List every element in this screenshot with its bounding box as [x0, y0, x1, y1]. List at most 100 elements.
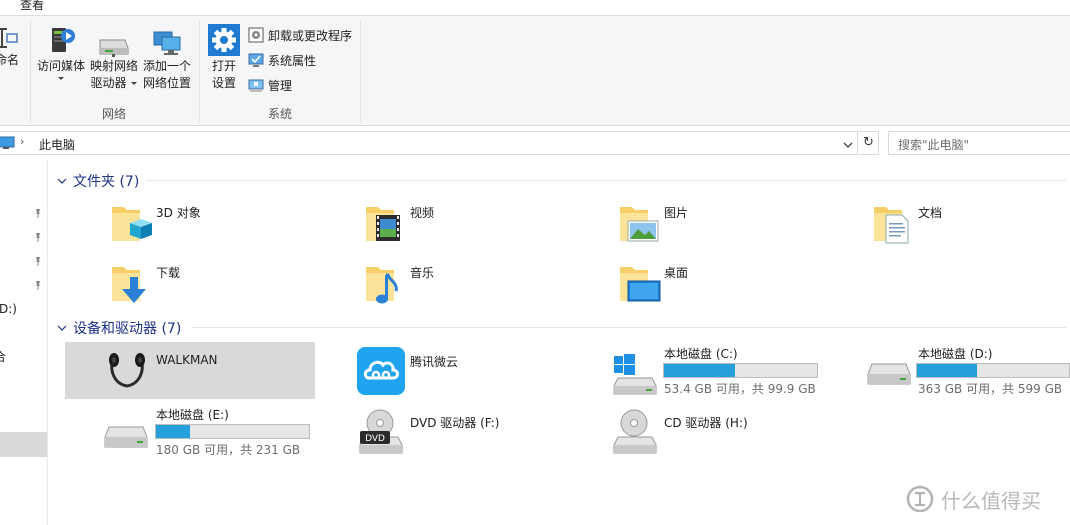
- chevron-down-icon: [57, 325, 67, 331]
- open-settings-label-2: 设置: [211, 76, 236, 90]
- network-drive-icon: [99, 39, 129, 57]
- hard-drive-icon: [867, 363, 911, 385]
- ribbon-tab-strip: 查看: [0, 0, 1070, 16]
- dvd-icon-label: DVD: [365, 434, 385, 444]
- nav-item-selected[interactable]: [0, 432, 47, 457]
- dvd-drive-icon: DVD: [359, 409, 403, 454]
- device-name: 腾讯微云: [410, 355, 459, 369]
- breadcrumb-this-pc[interactable]: 此电脑: [39, 136, 75, 153]
- folder-documents[interactable]: 文档: [872, 201, 1070, 251]
- add-location-label-1: 添加一个: [142, 59, 191, 73]
- map-network-drive-button[interactable]: 映射网络 驱动器: [87, 30, 141, 92]
- open-settings-button[interactable]: 打开 设置: [204, 24, 244, 92]
- pin-icon[interactable]: [33, 280, 43, 290]
- folder-3d-objects[interactable]: 3D 对象: [110, 201, 350, 251]
- drive-free-space: 363 GB 可用，共 599 GB: [918, 382, 1063, 396]
- walkman-headphones-icon: [109, 353, 145, 388]
- network-group-label: 网络: [102, 107, 127, 121]
- search-input[interactable]: 搜索"此电脑": [888, 131, 1070, 155]
- manage-computer-icon: [248, 79, 264, 92]
- dropdown-arrow-icon: [130, 82, 137, 85]
- drive-c[interactable]: 本地磁盘 (C:) 53.4 GB 可用，共 99.9 GB: [612, 342, 862, 400]
- uninstall-icon: [248, 27, 264, 43]
- address-bar[interactable]: › 此电脑: [0, 131, 858, 155]
- address-row: › 此电脑 ↻ 搜索"此电脑": [0, 127, 1070, 159]
- drive-usage-fill: [917, 364, 977, 377]
- system-properties-icon: [248, 53, 264, 67]
- pin-icon[interactable]: [33, 256, 43, 266]
- rename-button[interactable]: 命名: [0, 24, 22, 69]
- drive-name: DVD 驱动器 (F:): [410, 416, 500, 430]
- cd-drive-icon: [613, 409, 657, 454]
- folder-name: 视频: [410, 206, 435, 220]
- group-separator: [30, 20, 31, 122]
- drive-free-space: 180 GB 可用，共 231 GB: [156, 443, 301, 457]
- section-divider: [192, 327, 1066, 328]
- pictures-folder-icon: [620, 207, 659, 242]
- uninstall-label: 卸载或更改程序: [268, 28, 353, 43]
- system-properties-label: 系统属性: [268, 53, 317, 68]
- devices-section-title: 设备和驱动器 (7): [73, 321, 182, 337]
- manage-button[interactable]: 管理: [248, 75, 292, 95]
- media-server-icon: [52, 28, 75, 52]
- folder-desktop[interactable]: 桌面: [618, 261, 858, 311]
- drive-usage-bar: [155, 424, 310, 439]
- dropdown-arrow-icon: [58, 77, 64, 80]
- chevron-down-icon: [57, 178, 67, 184]
- refresh-button[interactable]: ↻: [859, 131, 879, 155]
- desktop-folder-icon: [620, 267, 661, 302]
- drive-d[interactable]: 本地磁盘 (D:) 363 GB 可用，共 599 GB: [866, 342, 1070, 400]
- add-network-location-button[interactable]: 添加一个 网络位置: [141, 28, 193, 92]
- group-separator: [199, 20, 200, 122]
- group-separator: [360, 20, 361, 122]
- folder-music[interactable]: 音乐: [364, 261, 604, 311]
- folder-pictures[interactable]: 图片: [618, 201, 858, 251]
- music-folder-icon: [366, 267, 398, 304]
- add-location-label-2: 网络位置: [142, 76, 191, 90]
- drive-usage-fill: [156, 425, 190, 438]
- folders-section-header[interactable]: 文件夹 (7): [56, 171, 139, 191]
- device-walkman[interactable]: WALKMAN: [65, 342, 315, 399]
- system-group-label: 系统: [268, 107, 293, 121]
- smzdm-logo-icon: [906, 485, 934, 513]
- gear-icon: [208, 24, 240, 56]
- system-properties-button[interactable]: 系统属性: [248, 50, 316, 70]
- uninstall-program-button[interactable]: 卸载或更改程序: [248, 25, 352, 45]
- drive-cd-h[interactable]: CD 驱动器 (H:): [612, 403, 862, 461]
- pin-icon[interactable]: [33, 208, 43, 218]
- folder-name: 图片: [664, 206, 689, 220]
- drive-e[interactable]: 本地磁盘 (E:) 180 GB 可用，共 231 GB: [103, 403, 353, 461]
- rename-label: 命名: [0, 53, 19, 67]
- access-media-label: 访问媒体: [36, 59, 85, 73]
- smzdm-watermark: 什么值得买: [905, 484, 1041, 514]
- drive-name: CD 驱动器 (H:): [664, 416, 748, 430]
- device-name: WALKMAN: [156, 353, 218, 367]
- downloads-folder-icon: [112, 267, 146, 303]
- folder-name: 音乐: [410, 266, 435, 280]
- map-drive-label-1: 映射网络: [89, 59, 138, 73]
- network-location-icon: [153, 31, 181, 55]
- devices-section-header[interactable]: 设备和驱动器 (7): [56, 318, 181, 338]
- nav-item-drive-d[interactable]: D:): [0, 302, 17, 316]
- drive-name: 本地磁盘 (E:): [156, 408, 229, 422]
- tab-view[interactable]: 查看: [20, 0, 44, 13]
- manage-label: 管理: [268, 78, 293, 93]
- folder-name: 文档: [918, 206, 943, 220]
- breadcrumb-separator-icon[interactable]: ›: [20, 135, 24, 148]
- ribbon: 命名 访问媒体 映射网络 驱动器 添加一个 网络位置 网络 打开 设置 卸载或更…: [0, 16, 1070, 126]
- drive-dvd-f[interactable]: DVD DVD 驱动器 (F:): [358, 403, 608, 461]
- nav-item-partial[interactable]: 合: [0, 348, 6, 365]
- folder-videos[interactable]: 视频: [364, 201, 604, 251]
- documents-folder-icon: [874, 207, 909, 244]
- windows-drive-icon: [613, 354, 657, 395]
- section-divider: [146, 180, 1066, 181]
- chevron-down-icon[interactable]: [842, 139, 854, 151]
- rename-icon: [0, 28, 18, 48]
- folder-downloads[interactable]: 下载: [110, 261, 350, 311]
- device-tencent-weiyun[interactable]: 腾讯微云: [356, 342, 606, 400]
- drive-usage-fill: [664, 364, 735, 377]
- pin-icon[interactable]: [33, 232, 43, 242]
- folder-name: 3D 对象: [156, 206, 201, 220]
- file-explorer-window: 查看 命名 访问媒体 映射网络 驱动器 添加一个 网络位置 网络 打开 设置 卸…: [0, 0, 1070, 525]
- access-media-button[interactable]: 访问媒体: [35, 24, 87, 81]
